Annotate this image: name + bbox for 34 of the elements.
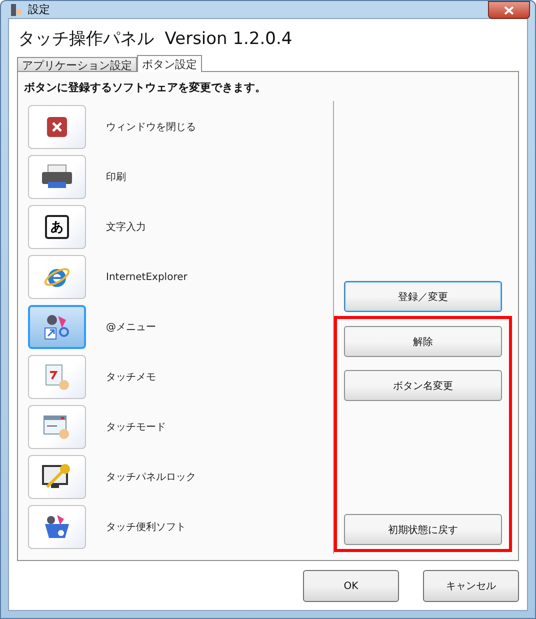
software-label: タッチモード: [106, 421, 166, 434]
register-button[interactable]: 登録／変更: [344, 281, 502, 312]
close-icon: [504, 6, 514, 14]
menu-icon: [42, 312, 72, 342]
dialog-button[interactable]: OK: [303, 570, 399, 602]
instruction-text: ボタンに登録するソフトウェアを変更できます。: [24, 80, 267, 95]
software-button[interactable]: [28, 455, 86, 499]
software-label: @メニュー: [106, 321, 156, 334]
software-label: タッチパネルロック: [106, 471, 196, 484]
software-button[interactable]: [28, 105, 86, 149]
panel-heading: タッチ操作パネル Version 1.2.0.4: [18, 28, 294, 50]
reset-button[interactable]: 初期状態に戻す: [344, 514, 502, 545]
printer-icon: [40, 164, 74, 190]
software-label: 文字入力: [106, 220, 146, 234]
action-button[interactable]: ボタン名変更: [344, 370, 502, 401]
software-button[interactable]: あ: [28, 205, 86, 249]
tab[interactable]: アプリケーション設定: [17, 57, 137, 72]
software-button[interactable]: [28, 305, 86, 349]
app-icon: [10, 2, 22, 16]
tab[interactable]: ボタン設定: [137, 55, 202, 72]
close-button[interactable]: [488, 1, 530, 19]
software-label: InternetExplorer: [106, 272, 188, 282]
software-label: タッチメモ: [106, 371, 156, 384]
window-touch-icon: [42, 413, 72, 441]
action-button[interactable]: 解除: [344, 326, 502, 357]
kana-key-icon: あ: [45, 215, 69, 239]
software-label: ウィンドウを閉じる: [106, 121, 196, 134]
software-button[interactable]: [28, 155, 86, 199]
dialog-button[interactable]: キャンセル: [423, 570, 519, 602]
software-label: タッチ便利ソフト: [106, 520, 186, 534]
software-label: 印刷: [106, 170, 126, 184]
close-icon: [47, 117, 67, 137]
memo-touch-icon: [43, 362, 71, 392]
window-title: 設定: [28, 2, 50, 17]
